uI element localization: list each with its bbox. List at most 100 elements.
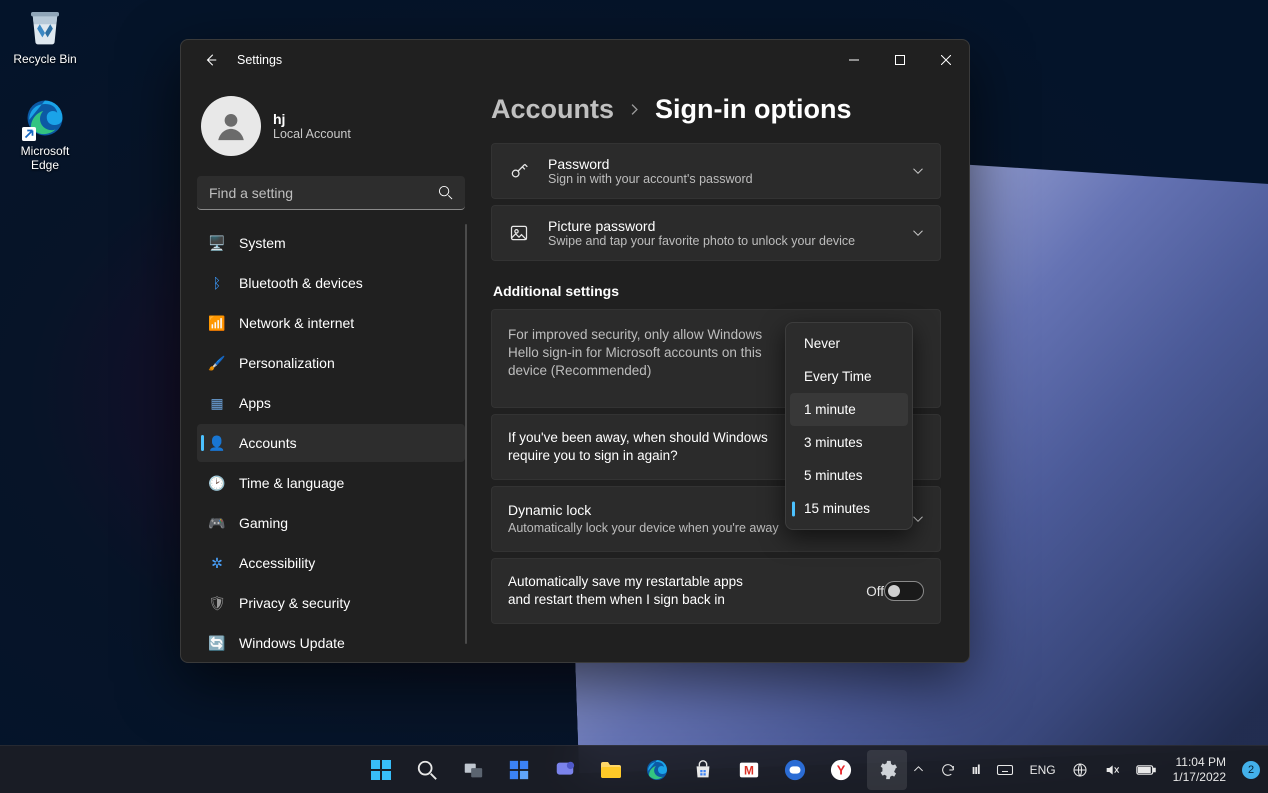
tray-app-icon[interactable]: ııl bbox=[965, 750, 987, 790]
widgets-button[interactable] bbox=[499, 750, 539, 790]
menu-item[interactable]: 3 minutes bbox=[790, 426, 908, 459]
accessibility-icon: ✲ bbox=[209, 555, 225, 571]
sidebar-item-time[interactable]: 🕑 Time & language bbox=[197, 464, 465, 502]
window-title: Settings bbox=[237, 53, 282, 67]
maximize-button[interactable] bbox=[877, 44, 923, 76]
option-title: Password bbox=[548, 156, 753, 172]
menu-item[interactable]: 5 minutes bbox=[790, 459, 908, 492]
sidebar-item-label: Privacy & security bbox=[239, 595, 350, 611]
battery-icon[interactable] bbox=[1129, 750, 1163, 790]
content-area: Accounts Sign-in options Password Sign i… bbox=[481, 80, 969, 662]
menu-item[interactable]: Every Time bbox=[790, 360, 908, 393]
app-button-2[interactable]: Y bbox=[821, 750, 861, 790]
start-button[interactable] bbox=[361, 750, 401, 790]
menu-item[interactable]: 15 minutes bbox=[790, 492, 908, 525]
apps-icon: ▦ bbox=[209, 395, 225, 411]
titlebar: Settings bbox=[181, 40, 969, 80]
search-box[interactable] bbox=[197, 176, 465, 210]
sidebar-item-label: Accounts bbox=[239, 435, 297, 451]
sidebar-item-accessibility[interactable]: ✲ Accessibility bbox=[197, 544, 465, 582]
sidebar-item-label: Network & internet bbox=[239, 315, 354, 331]
network-icon[interactable] bbox=[1065, 750, 1095, 790]
mail-button[interactable]: M bbox=[729, 750, 769, 790]
chevron-down-icon bbox=[912, 165, 924, 177]
volume-icon[interactable] bbox=[1097, 750, 1127, 790]
page-title: Sign-in options bbox=[655, 94, 851, 125]
breadcrumb-parent[interactable]: Accounts bbox=[491, 94, 614, 125]
sidebar-item-label: Apps bbox=[239, 395, 271, 411]
sidebar-item-personalization[interactable]: 🖌️Personalization bbox=[197, 344, 465, 382]
update-icon: 🔄 bbox=[209, 635, 225, 651]
profile-type: Local Account bbox=[273, 127, 351, 141]
sidebar-item-network[interactable]: 📶Network & internet bbox=[197, 304, 465, 342]
svg-text:M: M bbox=[744, 763, 754, 777]
app-button-1[interactable] bbox=[775, 750, 815, 790]
store-button[interactable] bbox=[683, 750, 723, 790]
setting-text: Automatically save my restartable apps a… bbox=[508, 573, 768, 609]
sidebar-item-bluetooth[interactable]: ᛒBluetooth & devices bbox=[197, 264, 465, 302]
bluetooth-icon: ᛒ bbox=[209, 275, 225, 291]
option-password[interactable]: Password Sign in with your account's pas… bbox=[491, 143, 941, 199]
option-picture-password[interactable]: Picture password Swipe and tap your favo… bbox=[491, 205, 941, 261]
sidebar-item-label: Windows Update bbox=[239, 635, 345, 651]
recycle-bin-icon bbox=[23, 4, 67, 48]
time-icon: 🕑 bbox=[209, 475, 225, 491]
sidebar-item-label: Time & language bbox=[239, 475, 344, 491]
sidebar-item-system[interactable]: 🖥️System bbox=[197, 224, 465, 262]
settings-window: Settings hj Local Account bbox=[180, 39, 970, 663]
gaming-icon: 🎮 bbox=[209, 515, 225, 531]
sidebar-item-label: System bbox=[239, 235, 286, 251]
picture-icon bbox=[508, 223, 530, 243]
desktop-icon-edge[interactable]: Microsoft Edge bbox=[6, 96, 84, 172]
chat-button[interactable] bbox=[545, 750, 585, 790]
notification-badge[interactable]: 2 bbox=[1242, 761, 1260, 779]
chevron-down-icon bbox=[912, 227, 924, 239]
toggle-restart-apps[interactable] bbox=[884, 581, 924, 601]
menu-item[interactable]: Never bbox=[790, 327, 908, 360]
minimize-button[interactable] bbox=[831, 44, 877, 76]
breadcrumb: Accounts Sign-in options bbox=[491, 94, 941, 125]
sidebar-item-label: Accessibility bbox=[239, 555, 315, 571]
sidebar-item-accounts[interactable]: 👤 Accounts bbox=[197, 424, 465, 462]
profile-name: hj bbox=[273, 111, 351, 127]
key-icon bbox=[508, 161, 530, 181]
signin-timeout-menu[interactable]: NeverEvery Time1 minute3 minutes5 minute… bbox=[785, 322, 913, 530]
section-title: Additional settings bbox=[493, 283, 941, 299]
setting-title: Dynamic lock bbox=[508, 501, 788, 520]
task-view-button[interactable] bbox=[453, 750, 493, 790]
accounts-icon: 👤 bbox=[209, 435, 225, 451]
sidebar-item-label: Gaming bbox=[239, 515, 288, 531]
clock[interactable]: 11:04 PM 1/17/2022 bbox=[1165, 755, 1234, 785]
menu-item[interactable]: 1 minute bbox=[790, 393, 908, 426]
option-subtitle: Sign in with your account's password bbox=[548, 172, 753, 186]
system-tray: ııl ENG 11:04 PM 1/17/2022 2 bbox=[906, 750, 1268, 790]
profile[interactable]: hj Local Account bbox=[197, 88, 465, 172]
close-button[interactable] bbox=[923, 44, 969, 76]
sidebar-item-update[interactable]: 🔄 Windows Update bbox=[197, 624, 465, 662]
desktop-icon-recycle-bin[interactable]: Recycle Bin bbox=[6, 4, 84, 66]
tray-keyboard-icon[interactable] bbox=[989, 750, 1021, 790]
toggle-status: Off bbox=[866, 584, 884, 599]
settings-button[interactable] bbox=[867, 750, 907, 790]
option-title: Picture password bbox=[548, 218, 855, 234]
back-button[interactable] bbox=[193, 42, 229, 78]
clock-time: 11:04 PM bbox=[1173, 755, 1226, 770]
sidebar-item-privacy[interactable]: 🛡 Privacy & security bbox=[197, 584, 465, 622]
file-explorer-button[interactable] bbox=[591, 750, 631, 790]
edge-button[interactable] bbox=[637, 750, 677, 790]
desktop-icon-label: Recycle Bin bbox=[6, 52, 84, 66]
search-button[interactable] bbox=[407, 750, 447, 790]
tray-overflow[interactable] bbox=[906, 750, 931, 790]
search-input[interactable] bbox=[197, 176, 465, 210]
sidebar-item-apps[interactable]: ▦ Apps bbox=[197, 384, 465, 422]
privacy-icon: 🛡 bbox=[209, 595, 225, 611]
setting-subtitle: Automatically lock your device when you'… bbox=[508, 520, 788, 537]
sidebar: hj Local Account 🖥️SystemᛒBluetooth & de… bbox=[181, 80, 481, 662]
tray-sync-icon[interactable] bbox=[933, 750, 963, 790]
sidebar-item-gaming[interactable]: 🎮 Gaming bbox=[197, 504, 465, 542]
search-icon bbox=[438, 185, 453, 200]
setting-text: For improved security, only allow Window… bbox=[508, 326, 788, 381]
language-indicator[interactable]: ENG bbox=[1023, 750, 1063, 790]
edge-icon bbox=[23, 96, 67, 140]
option-subtitle: Swipe and tap your favorite photo to unl… bbox=[548, 234, 855, 248]
